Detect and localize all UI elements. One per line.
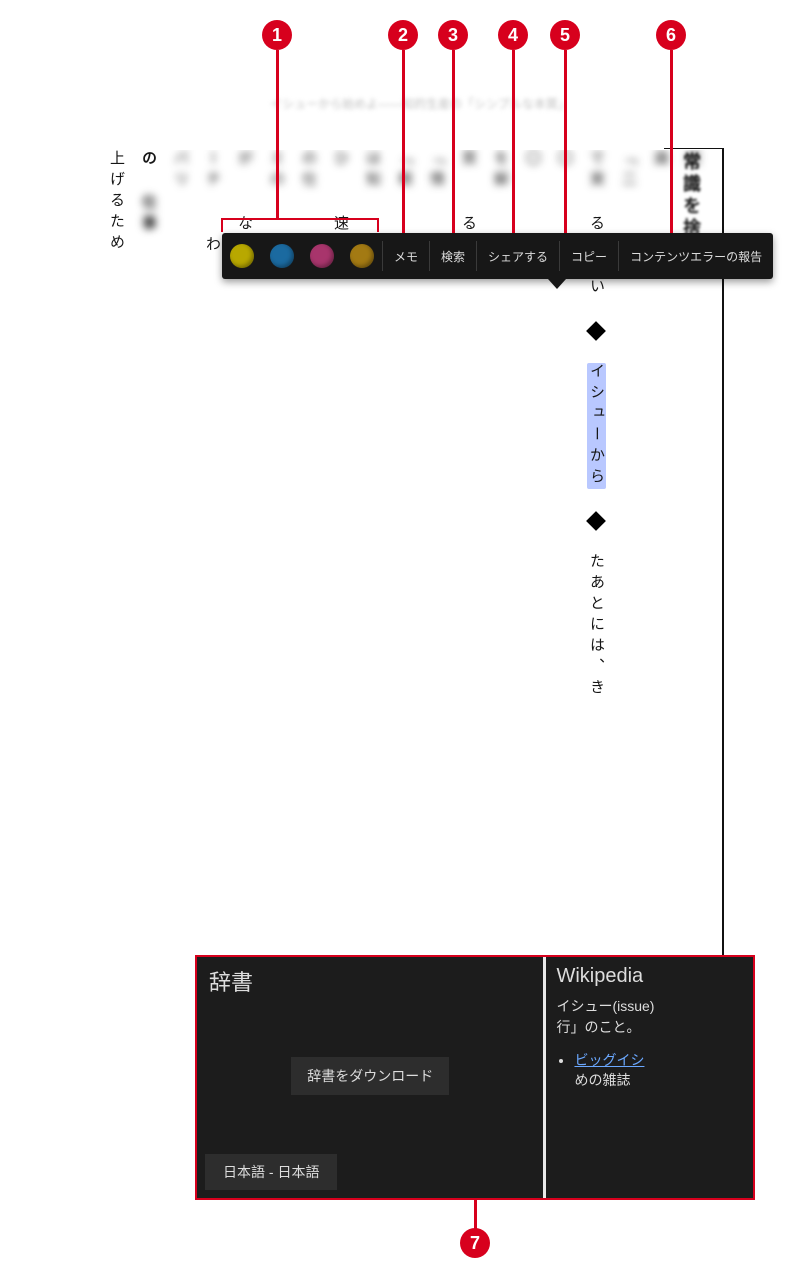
wikipedia-link-desc: めの雑誌 (574, 1072, 630, 1088)
col-fragment: ーチ (204, 150, 221, 192)
text-col-bold: の 仕事 (139, 150, 157, 930)
text-selection[interactable]: イシューから (587, 363, 606, 489)
col-fragment: の仕 (300, 150, 317, 192)
col-fragment: 識 (652, 150, 669, 171)
col-fragment: が (236, 150, 253, 171)
text-col: バリ (171, 150, 189, 930)
col-fragment: は知 (364, 150, 381, 192)
highlight-magenta-button[interactable] (310, 244, 334, 268)
download-dictionary-button[interactable]: 辞書をダウンロード (291, 1057, 449, 1095)
col-fragment: ひ (332, 150, 349, 171)
share-button[interactable]: シェアする (477, 233, 559, 279)
page-running-head: イシューから始めよ――知的生産の「シンプルな本質」 (270, 95, 570, 112)
selection-handle-start-icon[interactable] (586, 321, 606, 341)
col-fragment: 〇 (524, 150, 541, 171)
callout-5: 5 (550, 20, 580, 50)
col-fragment-clear: 上げるため (110, 150, 125, 255)
col-fragment-clear: わ (204, 215, 221, 257)
highlight-yellow-button[interactable] (230, 244, 254, 268)
col-fragment: 「情 (428, 150, 445, 192)
dictionary-title: 辞書 (197, 957, 543, 1005)
wikipedia-summary: イシュー(issue) 行」のこと。 (556, 996, 743, 1038)
wikipedia-summary-tail: 行」のこと。 (556, 1019, 640, 1035)
search-button[interactable]: 検索 (430, 233, 476, 279)
col-fragment: 「二 (620, 150, 637, 192)
selection-handle-end-icon[interactable] (586, 511, 606, 531)
lookup-panel: 辞書 辞書をダウンロード 日本語 - 日本語 Wikipedia イシュー(is… (195, 955, 755, 1200)
col-fragment-clear: な (236, 194, 253, 236)
col-fragment-clear: る (460, 194, 477, 236)
dictionary-pane: 辞書 辞書をダウンロード 日本語 - 日本語 (197, 957, 543, 1198)
section-rule-horiz (664, 148, 724, 149)
dictionary-language-button[interactable]: 日本語 - 日本語 (205, 1154, 337, 1190)
copy-button[interactable]: コピー (560, 233, 618, 279)
reader-page: イシューから始めよ――知的生産の「シンプルな本質」 常識を捨 紹 識 「二 で実… (110, 80, 730, 930)
col-fragment-clear: の (140, 150, 157, 171)
callout-7: 7 (460, 1228, 490, 1258)
col-fragment-clear: 速 (332, 194, 349, 236)
callout-2-line (402, 50, 405, 233)
callout-6-line (670, 50, 673, 233)
callout-2: 2 (388, 20, 418, 50)
callout-6: 6 (656, 20, 686, 50)
wikipedia-link[interactable]: ビッグイシ (574, 1052, 644, 1068)
callout-7-line (474, 1200, 477, 1230)
callout-3-line (452, 50, 455, 233)
callout-3: 3 (438, 20, 468, 50)
highlight-olive-button[interactable] (350, 244, 374, 268)
callout-4-line (512, 50, 515, 233)
callout-5-line (564, 50, 567, 233)
wikipedia-title: Wikipedia (556, 965, 743, 988)
wikipedia-list-item: ビッグイシ めの雑誌 (574, 1050, 743, 1090)
toolbar-pointer-icon (548, 279, 566, 289)
memo-button[interactable]: メモ (383, 233, 429, 279)
wikipedia-summary-term: イシュー(issue) (556, 998, 654, 1014)
col-fragment: バリ (172, 150, 189, 192)
text-col: 上げるため (110, 150, 125, 930)
col-fragment: 紹 (684, 150, 701, 171)
selection-toolbar: メモ 検索 シェアする コピー コンテンツエラーの報告 (222, 233, 773, 279)
col-fragment: 質 (460, 150, 477, 171)
highlight-blue-button[interactable] (270, 244, 294, 268)
callout-4: 4 (498, 20, 528, 50)
wikipedia-pane: Wikipedia イシュー(issue) 行」のこと。 ビッグイシ めの雑誌 (546, 957, 753, 1198)
text-col: ーチ わ (203, 150, 221, 930)
callout-1: 1 (262, 20, 292, 50)
col-fragment: で実 (588, 150, 605, 192)
col-fragment: を解 (492, 150, 509, 192)
col-fragment: 仕事 (140, 194, 157, 236)
callout-1-line (276, 50, 279, 220)
report-error-button[interactable]: コンテンツエラーの報告 (619, 233, 773, 279)
col-fragment-clear: たあとには、き (588, 553, 605, 700)
